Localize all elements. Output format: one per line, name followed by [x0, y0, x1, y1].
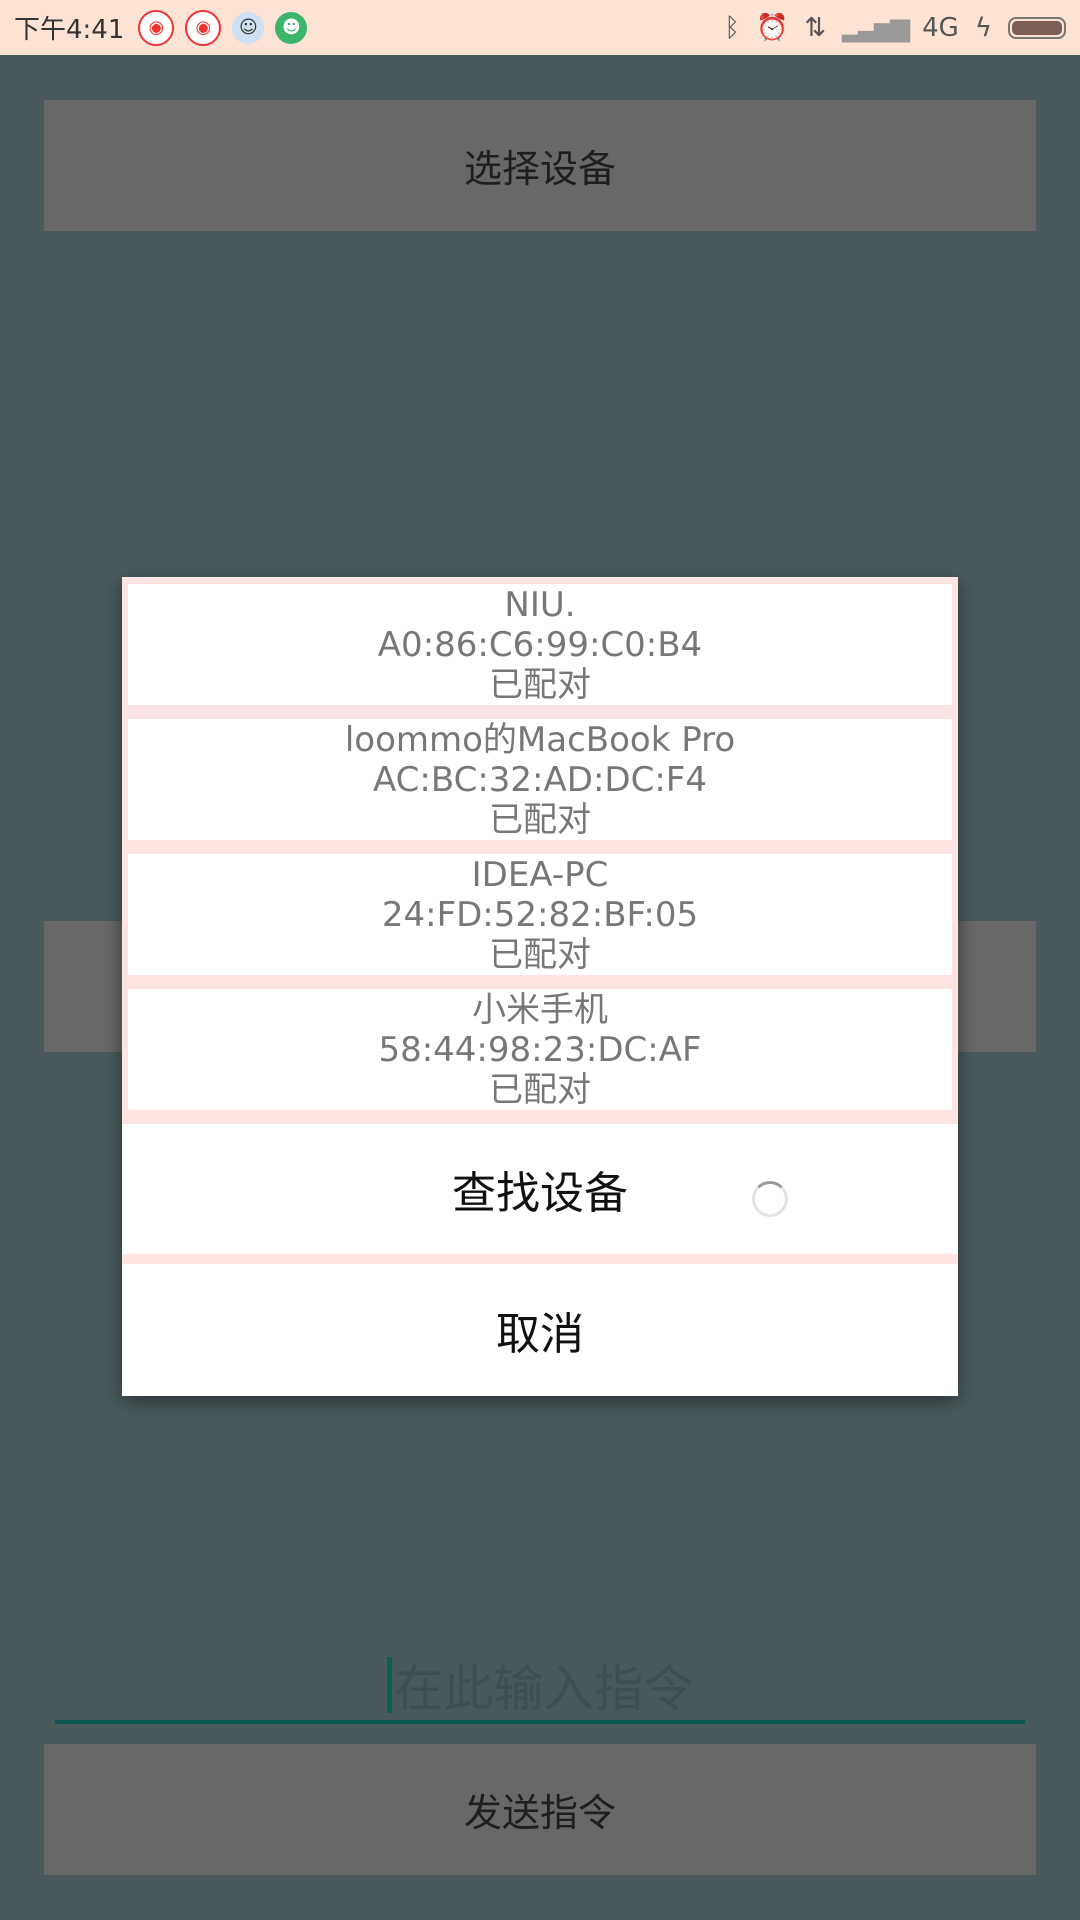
- search-devices-label: 查找设备: [452, 1168, 628, 1219]
- device-list[interactable]: NIU. A0:86:C6:99:C0:B4 已配对 loommo的MacBoo…: [122, 577, 958, 1124]
- charging-icon: ϟ: [974, 12, 992, 43]
- android-frog-icon: ☻: [275, 11, 308, 44]
- device-item[interactable]: IDEA-PC 24:FD:52:82:BF:05 已配对: [128, 854, 952, 975]
- device-address: A0:86:C6:99:C0:B4: [377, 624, 703, 665]
- data-transfer-icon: ⇅: [804, 12, 827, 43]
- signal-icon: ▂▃▅▆: [842, 12, 910, 43]
- device-item[interactable]: NIU. A0:86:C6:99:C0:B4 已配对: [128, 584, 952, 705]
- status-bar: 下午4:41 ◉ ◉ ☺ ☻ ᛒ ⏰ ⇅ ▂▃▅▆ 4G ϟ: [0, 0, 1080, 55]
- command-input[interactable]: 在此输入指令: [55, 1650, 1025, 1724]
- device-address: AC:BC:32:AD:DC:F4: [373, 759, 707, 800]
- bluetooth-icon: ᛒ: [724, 12, 740, 43]
- loading-spinner-icon: [752, 1181, 788, 1217]
- select-device-label: 选择设备: [463, 147, 616, 191]
- device-name: 小米手机: [472, 989, 608, 1030]
- device-name: loommo的MacBook Pro: [344, 719, 736, 760]
- text-cursor: [386, 1657, 392, 1713]
- device-picker-dialog: NIU. A0:86:C6:99:C0:B4 已配对 loommo的MacBoo…: [122, 577, 958, 1396]
- status-indicators: ᛒ ⏰ ⇅ ▂▃▅▆ 4G ϟ: [724, 13, 1066, 43]
- network-type: 4G: [922, 12, 959, 43]
- device-status: 已配对: [489, 664, 591, 705]
- device-item[interactable]: 小米手机 58:44:98:23:DC:AF 已配对: [128, 989, 952, 1110]
- device-status: 已配对: [489, 799, 591, 840]
- device-status: 已配对: [489, 934, 591, 975]
- status-time: 下午4:41: [14, 15, 125, 45]
- device-status: 已配对: [489, 1069, 591, 1110]
- cartoon-avatar-icon: ☺: [232, 11, 265, 44]
- send-command-button[interactable]: 发送指令: [44, 1744, 1036, 1875]
- send-command-label: 发送指令: [463, 1791, 616, 1835]
- alarm-icon: ⏰: [755, 12, 789, 43]
- cancel-button[interactable]: 取消: [122, 1264, 958, 1396]
- device-name: IDEA-PC: [471, 854, 609, 895]
- device-name: NIU.: [504, 584, 576, 625]
- weibo-icon: ◉: [185, 9, 222, 46]
- weibo-icon: ◉: [138, 9, 175, 46]
- device-address: 58:44:98:23:DC:AF: [378, 1029, 702, 1070]
- command-placeholder: 在此输入指令: [393, 1660, 694, 1718]
- device-item[interactable]: loommo的MacBook Pro AC:BC:32:AD:DC:F4 已配对: [128, 719, 952, 840]
- battery-icon: [1008, 16, 1066, 39]
- device-address: 24:FD:52:82:BF:05: [381, 894, 699, 935]
- select-device-button[interactable]: 选择设备: [44, 100, 1036, 231]
- search-devices-button[interactable]: 查找设备: [122, 1124, 958, 1254]
- cancel-label: 取消: [496, 1309, 584, 1360]
